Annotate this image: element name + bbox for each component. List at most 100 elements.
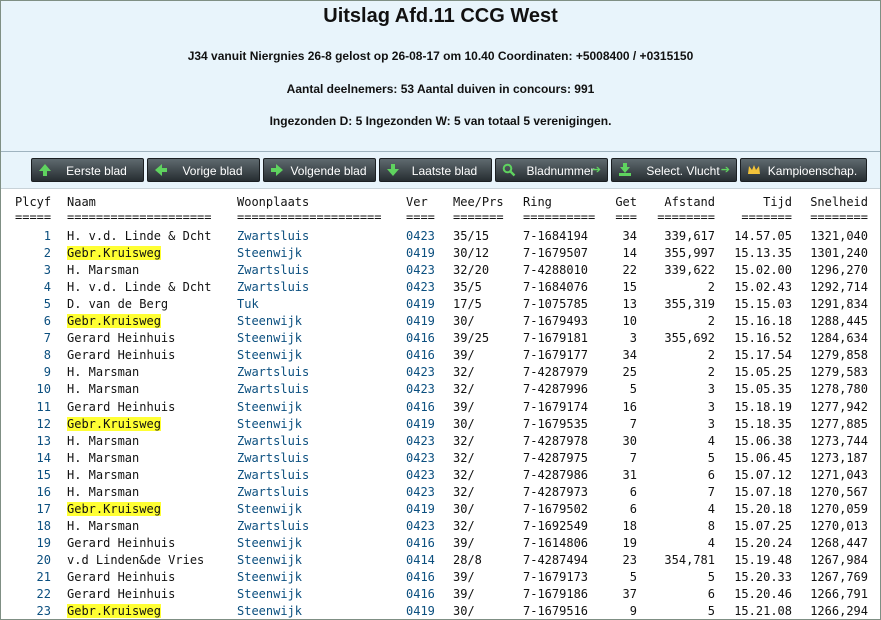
cell-entries: 32/ — [453, 484, 475, 499]
cell-speed: 1321,040 — [810, 229, 868, 243]
cell-city: Zwartsluis — [237, 467, 310, 482]
cell-distance: 4 — [707, 501, 715, 516]
cell-time: 15.20.18 — [734, 501, 792, 516]
cell-ring: 7-4287996 — [523, 382, 589, 397]
cell-club: 0419 — [406, 297, 435, 312]
cell-distance: 5 — [707, 604, 715, 619]
column-underline: ========== — [523, 210, 596, 224]
cell-club: 0423 — [406, 484, 435, 499]
cell-basketed: 9 — [629, 604, 637, 619]
cell-time: 14.57.05 — [734, 229, 792, 243]
cell-time: 15.07.18 — [734, 484, 792, 499]
select-flight-button[interactable]: Select. Vlucht ➔ — [611, 158, 737, 182]
cell-speed: 1291,834 — [810, 297, 868, 312]
cell-club: 0423 — [406, 365, 435, 380]
cell-place: 6 — [43, 314, 51, 329]
cell-city: Steenwijk — [237, 501, 303, 516]
highlighted-name: Gebr.Kruisweg — [67, 416, 161, 431]
column-underline: ======== — [810, 210, 868, 224]
cell-club: 0416 — [406, 348, 435, 363]
cell-city: Steenwijk — [237, 246, 303, 261]
cell-entries: 28/8 — [453, 552, 482, 567]
cell-speed: 1288,445 — [810, 314, 868, 329]
cell-name: v.d Linden&de Vries — [67, 552, 205, 567]
table-row: 3 H. Marsman Zwartsluis 0423 32/20 7-4288010 2… — [1, 262, 880, 279]
cell-distance: 355,319 — [664, 297, 715, 312]
cell-name: H. Marsman — [67, 382, 140, 397]
cell-name: H. Marsman — [67, 365, 140, 380]
championship-button[interactable]: Kampioenschap. — [740, 158, 867, 182]
cell-entries: 39/ — [453, 587, 475, 602]
cell-city: Tuk — [237, 297, 259, 312]
table-row: 22 Gerard Heinhuis Steenwijk 0416 39/7-16791… — [1, 586, 880, 603]
cell-name: Gerard Heinhuis — [67, 399, 176, 414]
cell-basketed: 14 — [622, 246, 637, 261]
cell-city: Zwartsluis — [237, 365, 310, 380]
cell-basketed: 31 — [622, 467, 637, 482]
cell-entries: 35/15 — [453, 229, 490, 243]
participants-info: Aantal deelnemers: 53 Aantal duiven in c… — [286, 82, 595, 96]
highlighted-name: Gebr.Kruisweg — [67, 604, 161, 619]
cell-place: 2 — [43, 246, 51, 261]
cell-city: Zwartsluis — [237, 382, 310, 397]
cell-city: Steenwijk — [237, 570, 303, 584]
cell-place: 23 — [36, 604, 51, 619]
cell-entries: 39/25 — [453, 331, 490, 346]
table-row: 4 H. v.d. Linde & Dcht Zwartsluis 0423 35/5 7… — [1, 279, 880, 296]
cell-ring: 7-1679174 — [523, 399, 589, 414]
cell-ring: 7-1692549 — [523, 518, 589, 533]
cell-place: 7 — [43, 331, 51, 346]
cell-speed: 1270,567 — [810, 484, 868, 499]
cell-ring: 7-1684076 — [523, 280, 589, 295]
cell-club: 0414 — [406, 552, 435, 567]
cell-name: Gebr.Kruisweg — [67, 416, 227, 433]
page-number-button[interactable]: Bladnummer ➔ — [495, 158, 608, 182]
column-underline: ======== — [657, 210, 715, 224]
cell-name: Gerard Heinhuis — [67, 331, 176, 346]
column-underline: === — [615, 210, 637, 224]
cell-place: 16 — [36, 484, 51, 499]
cell-club: 0423 — [406, 467, 435, 482]
cell-ring: 7-1679535 — [523, 416, 589, 431]
next-page-button[interactable]: Volgende blad — [263, 158, 376, 182]
cell-name: H. Marsman — [67, 433, 140, 448]
table-row: 10 H. Marsman Zwartsluis 0423 32/7-4287996 5 3… — [1, 381, 880, 398]
cell-place: 8 — [43, 348, 51, 363]
cell-ring: 7-1075785 — [523, 297, 589, 312]
cell-ring: 7-1679507 — [523, 246, 589, 261]
cell-time: 15.16.18 — [734, 314, 792, 329]
cell-name: Gebr.Kruisweg — [67, 501, 227, 518]
cell-time: 15.15.03 — [734, 297, 792, 312]
cell-name: Gebr.Kruisweg — [67, 245, 227, 262]
cell-distance: 339,617 — [664, 229, 715, 243]
last-page-label: Laatste blad — [411, 164, 478, 178]
cell-speed: 1273,187 — [810, 450, 868, 465]
cell-speed: 1279,858 — [810, 348, 868, 363]
cell-ring: 7-4287978 — [523, 433, 589, 448]
first-page-button[interactable]: Eerste blad — [31, 158, 144, 182]
cell-basketed: 25 — [622, 365, 637, 380]
cell-basketed: 23 — [622, 552, 637, 567]
column-underline: ======= — [453, 210, 504, 224]
previous-page-button[interactable]: Vorige blad — [147, 158, 260, 182]
select-flight-label: Select. Vlucht — [646, 164, 720, 178]
cell-name: H. Marsman — [67, 518, 140, 533]
cell-distance: 2 — [707, 365, 715, 380]
cell-ring: 7-4287986 — [523, 467, 589, 482]
cell-speed: 1266,294 — [810, 604, 868, 619]
table-row: 6 Gebr.Kruisweg Steenwijk 0419 30/7-1679493 1… — [1, 313, 880, 330]
last-page-button[interactable]: Laatste blad — [379, 158, 492, 182]
cell-basketed: 18 — [622, 518, 637, 533]
cell-entries: 30/ — [453, 416, 475, 431]
cell-distance: 2 — [707, 280, 715, 295]
cell-speed: 1270,013 — [810, 518, 868, 533]
cell-entries: 39/ — [453, 570, 475, 584]
cell-club: 0416 — [406, 331, 435, 346]
cell-entries: 32/ — [453, 518, 475, 533]
table-underline-row: ===== ==================== ===============… — [1, 209, 880, 226]
cell-name: D. van de Berg — [67, 297, 169, 312]
cell-basketed: 22 — [622, 263, 637, 278]
cell-city: Steenwijk — [237, 331, 303, 346]
column-underline: ==================== — [237, 210, 382, 224]
cell-entries: 32/ — [453, 467, 475, 482]
